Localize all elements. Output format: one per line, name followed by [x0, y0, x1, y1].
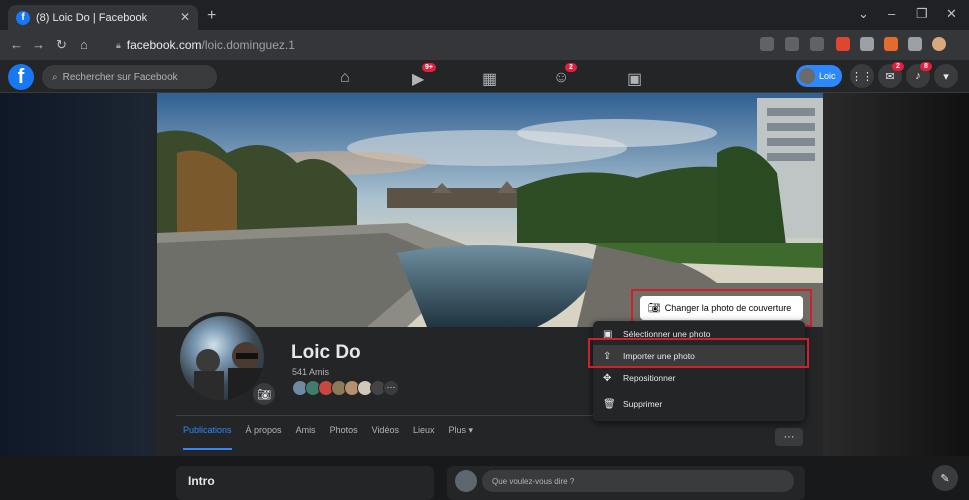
- friend-count[interactable]: 541 Amis: [292, 367, 329, 377]
- tab-places[interactable]: Lieux: [413, 425, 435, 450]
- create-post-input[interactable]: Que voulez-vous dire ?: [482, 470, 794, 492]
- groups-badge: 2: [565, 63, 577, 72]
- bookmark-star-icon[interactable]: [810, 37, 824, 51]
- extension-icon[interactable]: [836, 37, 850, 51]
- new-message-icon[interactable]: ✎: [932, 465, 958, 491]
- minimize-button[interactable]: –: [888, 6, 895, 21]
- watch-badge: 9+: [422, 63, 436, 72]
- avatar[interactable]: [455, 470, 477, 492]
- facebook-favicon-icon: f: [16, 10, 30, 25]
- menu-grid-icon[interactable]: ⋮⋮: [850, 64, 874, 88]
- tab-friends[interactable]: Amis: [296, 425, 316, 450]
- menu-item-label: Supprimer: [623, 399, 663, 409]
- intro-title: Intro: [188, 474, 215, 488]
- highlight-box-import-photo: [588, 338, 809, 368]
- tab-publications[interactable]: Publications: [183, 425, 232, 450]
- back-icon[interactable]: ←: [10, 37, 23, 52]
- browser-tab[interactable]: f (8) Loic Do | Facebook ✕: [8, 5, 198, 30]
- forward-icon[interactable]: →: [32, 37, 45, 52]
- move-icon: ✥: [603, 372, 612, 384]
- more-friends-icon[interactable]: ···: [383, 380, 399, 396]
- browser-tab-strip: f (8) Loic Do | Facebook ✕ + ⌄ – ❐ ✕: [0, 0, 969, 30]
- share-icon[interactable]: [785, 37, 799, 51]
- trash-icon: 🗑︎: [603, 398, 616, 410]
- menu-item-label: Repositionner: [623, 373, 676, 383]
- search-input[interactable]: ⌕ Rechercher sur Facebook: [42, 65, 217, 89]
- tab-more[interactable]: Plus ▾: [448, 425, 473, 450]
- avatar: [799, 68, 815, 84]
- tab-photos[interactable]: Photos: [330, 425, 358, 450]
- update-profile-picture-button[interactable]: 📷︎: [253, 383, 275, 405]
- camera-icon: 📷︎: [257, 388, 271, 401]
- home-nav-icon[interactable]: ⌂: [340, 69, 350, 87]
- profile-chip[interactable]: Loic: [796, 65, 842, 87]
- facebook-top-bar: f ⌕ Rechercher sur Facebook ⌂ ▶ 9+ ▦ ☺ 2…: [0, 60, 969, 93]
- menu-item-delete[interactable]: 🗑︎ Supprimer: [593, 393, 805, 415]
- reload-icon[interactable]: ↻: [56, 37, 67, 53]
- extension-icon[interactable]: [860, 37, 874, 51]
- watch-nav-icon[interactable]: ▶: [412, 69, 424, 89]
- intro-card: [176, 466, 434, 500]
- tab-about[interactable]: À propos: [246, 425, 282, 450]
- menu-item-reposition[interactable]: ✥ Repositionner: [593, 367, 805, 389]
- search-placeholder: Rechercher sur Facebook: [62, 71, 178, 83]
- profile-avatar-icon[interactable]: [932, 37, 946, 51]
- home-icon[interactable]: ⌂: [80, 37, 88, 52]
- zoom-icon[interactable]: [760, 37, 774, 51]
- url-path: /loic.dominguez.1: [201, 38, 295, 52]
- tab-search-icon[interactable]: ⌄: [858, 6, 869, 22]
- url-host: facebook.com: [126, 38, 202, 52]
- account-dropdown-icon[interactable]: ▾: [934, 64, 958, 88]
- gaming-nav-icon[interactable]: ▣: [627, 69, 642, 89]
- url-field[interactable]: 🔒︎ facebook.com /loic.dominguez.1: [116, 34, 856, 56]
- facebook-logo[interactable]: f: [8, 64, 34, 90]
- new-tab-button[interactable]: +: [207, 7, 216, 25]
- marketplace-nav-icon[interactable]: ▦: [482, 69, 497, 89]
- notifications-badge: 8: [920, 62, 932, 71]
- tab-title: (8) Loic Do | Facebook: [36, 11, 148, 24]
- profile-chip-label: Loic: [819, 71, 836, 81]
- profile-tabs: Publications À propos Amis Photos Vidéos…: [183, 425, 473, 450]
- maximize-button[interactable]: ❐: [916, 6, 928, 22]
- lock-icon: 🔒︎: [116, 39, 121, 50]
- cover-photo-menu: ▣ Sélectionner une photo ⇪ Importer une …: [593, 321, 805, 421]
- extension-icon[interactable]: [884, 37, 898, 51]
- search-icon: ⌕: [52, 71, 58, 83]
- close-window-button[interactable]: ✕: [946, 6, 957, 22]
- tab-videos[interactable]: Vidéos: [372, 425, 399, 450]
- tab-close-icon[interactable]: ✕: [180, 10, 190, 24]
- messenger-badge: 2: [892, 62, 904, 71]
- profile-more-button[interactable]: ···: [775, 428, 803, 446]
- profile-name: Loic Do: [291, 342, 361, 363]
- extensions-puzzle-icon[interactable]: [908, 37, 922, 51]
